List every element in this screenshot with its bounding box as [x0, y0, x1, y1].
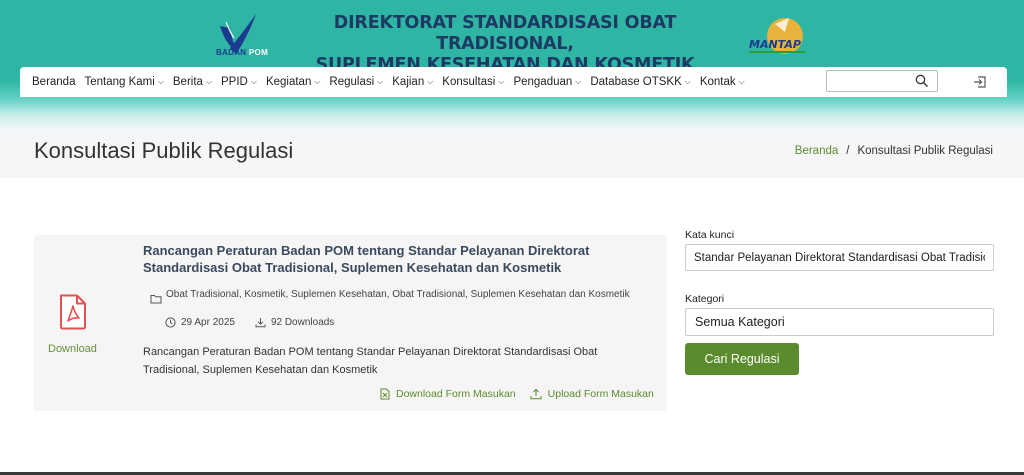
nav-item-label: Pengaduan	[513, 76, 573, 88]
search-input[interactable]	[831, 71, 913, 91]
download-button[interactable]: Download	[48, 343, 97, 355]
regulation-description: Rancangan Peraturan Badan POM tentang St…	[143, 346, 598, 376]
nav-item-label: Kontak	[699, 76, 736, 88]
badan-pom-logo-text: BADAN POM	[216, 48, 269, 57]
pdf-file-icon[interactable]	[58, 294, 88, 330]
upload-form-label: Upload Form Masukan	[547, 388, 654, 400]
regulation-card: Download Rancangan Peraturan Badan POM t…	[34, 235, 667, 411]
chevron-down-icon: ⌵	[157, 77, 164, 86]
category-select[interactable]: Semua Kategori	[685, 308, 994, 336]
page-title: Konsultasi Publik Regulasi	[34, 138, 294, 163]
breadcrumb-separator: /	[846, 145, 850, 157]
nav-item-konsultasi[interactable]: Konsultasi ⌵	[442, 76, 504, 88]
nav-item-kegiatan[interactable]: Kegiatan ⌵	[266, 76, 320, 88]
nav-item-kontak[interactable]: Kontak ⌵	[700, 76, 745, 88]
nav-item-label: Berita	[172, 76, 203, 88]
upload-icon	[530, 388, 542, 400]
download-icon	[255, 318, 266, 328]
mantap-logo-icon[interactable]: MANTAP	[745, 14, 815, 60]
mantap-logo-text: MANTAP	[749, 38, 801, 51]
regulation-meta: 29 Apr 2025 92 Downloads	[165, 317, 334, 328]
nav-item-kajian[interactable]: Kajian ⌵	[392, 76, 433, 88]
regulation-categories: Obat Tradisional, Kosmetik, Suplemen Kes…	[166, 289, 630, 300]
chevron-down-icon: ⌵	[250, 77, 257, 86]
search-regulation-button[interactable]: Cari Regulasi	[685, 343, 799, 375]
nav-item-label: Konsultasi	[442, 76, 496, 88]
login-icon[interactable]	[972, 74, 988, 90]
keyword-input[interactable]	[685, 244, 994, 271]
regulation-download-count-text: 92 Downloads	[270, 317, 335, 328]
clock-icon	[165, 317, 176, 328]
nav-item-label: Kajian	[392, 76, 425, 88]
download-form-button[interactable]: Download Form Masukan	[380, 388, 516, 400]
main-nav: Beranda Tentang Kami ⌵ Berita ⌵ PPID ⌵ Kegiatan…	[20, 67, 1007, 97]
nav-item-label: Kegiatan	[265, 76, 312, 88]
regulation-download-count: 92 Downloads	[255, 317, 334, 328]
chevron-down-icon: ⌵	[575, 77, 582, 86]
nav-item-ppid[interactable]: PPID ⌵	[221, 76, 257, 88]
nav-item-tentang-kami[interactable]: Tentang Kami ⌵	[84, 76, 163, 88]
nav-item-berita[interactable]: Berita ⌵	[173, 76, 212, 88]
regulation-title[interactable]: Rancangan Peraturan Badan POM tentang St…	[143, 242, 653, 276]
nav-item-regulasi[interactable]: Regulasi ⌵	[329, 76, 383, 88]
chevron-down-icon: ⌵	[738, 77, 745, 86]
nav-item-label: Tentang Kami	[84, 76, 155, 88]
chevron-down-icon: ⌵	[498, 77, 505, 86]
chevron-down-icon: ⌵	[205, 77, 213, 86]
search-box	[826, 70, 938, 92]
nav-item-label: Database OTSKK	[590, 76, 682, 88]
card-actions: Download Form Masukan Upload Form Masuka…	[380, 388, 654, 400]
upload-form-button[interactable]: Upload Form Masukan	[530, 388, 654, 400]
breadcrumb-home[interactable]: Beranda	[795, 145, 838, 157]
nav-item-database-otskk[interactable]: Database OTSKK ⌵	[590, 76, 690, 88]
chevron-down-icon: ⌵	[377, 77, 384, 86]
folder-icon	[150, 295, 162, 304]
nav-item-label: Regulasi	[329, 76, 375, 88]
keyword-label: Kata kunci	[685, 229, 735, 241]
site-title-line-1: DIREKTORAT STANDARDISASI OBAT TRADISIONA…	[333, 13, 677, 54]
nav-item-label: Beranda	[32, 76, 76, 88]
search-icon[interactable]	[915, 74, 929, 88]
download-form-label: Download Form Masukan	[396, 388, 516, 400]
regulation-date: 29 Apr 2025	[165, 317, 235, 328]
site-header: BADAN POM DIREKTORAT STANDARDISASI OBAT …	[0, 0, 1024, 130]
chevron-down-icon: ⌵	[314, 77, 321, 86]
chevron-down-icon: ⌵	[427, 77, 434, 86]
regulation-date-text: 29 Apr 2025	[181, 317, 235, 328]
excel-file-icon	[380, 388, 390, 400]
nav-item-pengaduan[interactable]: Pengaduan ⌵	[513, 76, 581, 88]
nav-item-label: PPID	[221, 76, 248, 88]
breadcrumb: Beranda / Konsultasi Publik Regulasi	[795, 145, 993, 157]
breadcrumb-current: Konsultasi Publik Regulasi	[857, 145, 993, 157]
nav-item-beranda[interactable]: Beranda	[32, 76, 75, 88]
chevron-down-icon: ⌵	[684, 77, 691, 86]
category-label: Kategori	[685, 293, 725, 305]
